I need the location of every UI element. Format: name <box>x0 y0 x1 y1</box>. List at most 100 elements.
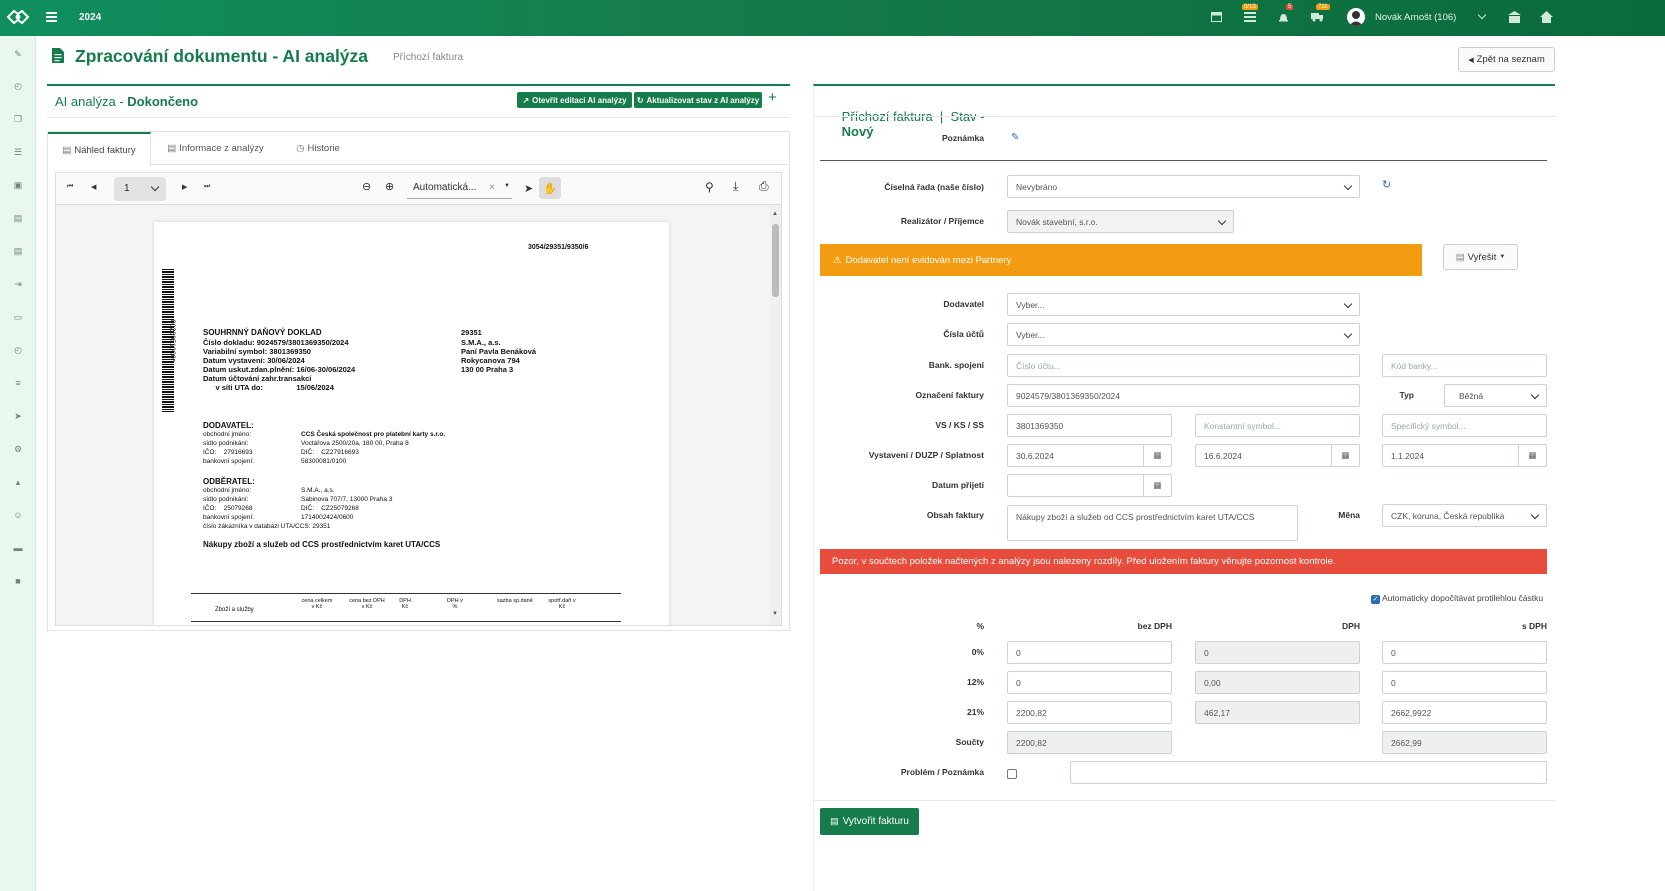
problem-note-input[interactable] <box>1070 761 1547 784</box>
supplier-select[interactable]: Vyber... <box>1007 293 1360 316</box>
tab-invoice-preview[interactable]: ▤ Náhled faktury <box>48 132 151 166</box>
series-select[interactable]: Nevybráno <box>1007 175 1360 198</box>
problem-checkbox[interactable] <box>1007 769 1017 779</box>
archive-icon[interactable] <box>1508 11 1521 25</box>
calendar-icon[interactable]: ▦ <box>1518 445 1546 466</box>
tab-analysis-info[interactable]: ▤ Informace z analýzy <box>158 132 273 165</box>
bookmark-icon[interactable]: ❐ <box>8 109 28 129</box>
received-date-input[interactable]: ▦ <box>1007 474 1172 497</box>
hand-tool-icon[interactable]: ✋ <box>539 177 561 199</box>
menu-icon[interactable] <box>46 12 57 22</box>
file-icon[interactable]: ▤ <box>8 241 28 261</box>
duzp-date-input[interactable]: 16.6.2024 ▦ <box>1195 444 1360 467</box>
accounts-value: Vyber... <box>1016 329 1045 340</box>
ss-input[interactable]: Specifický symbol... <box>1382 414 1547 437</box>
print-icon[interactable]: ⎙ <box>759 179 769 194</box>
chevron-down-icon[interactable] <box>1477 10 1487 20</box>
next-page-icon[interactable]: ▶ <box>182 183 187 191</box>
create-invoice-button[interactable]: ▤ Vytvořit fakturu <box>820 808 919 835</box>
supplier-value: CCS Česká společnost pro platební karty … <box>301 431 446 438</box>
type-select[interactable]: Běžná <box>1444 384 1547 407</box>
boxes-icon[interactable]: ☰ <box>8 142 28 162</box>
logo-icon[interactable] <box>5 5 31 31</box>
send-icon[interactable]: ➤ <box>8 406 28 426</box>
gross-input[interactable]: 0 <box>1382 641 1547 664</box>
calendar-icon[interactable] <box>1211 11 1222 24</box>
file-icon[interactable]: ▤ <box>8 208 28 228</box>
save-icon: ▤ <box>830 816 839 826</box>
chart-icon[interactable]: ≡ <box>8 373 28 393</box>
prev-page-icon[interactable]: ◀ <box>91 183 96 191</box>
update-ai-state-button[interactable]: ↻ Aktualizovat stav z AI analýzy <box>634 92 762 108</box>
zoom-out-icon[interactable]: ⊖ <box>362 180 371 193</box>
page-number-select[interactable]: 1 <box>114 177 166 201</box>
book-icon[interactable]: ■ <box>8 571 28 591</box>
gross-input[interactable]: 0 <box>1382 671 1547 694</box>
home-icon[interactable] <box>1540 11 1553 25</box>
gears-icon[interactable]: ⚙ <box>8 439 28 459</box>
avatar[interactable] <box>1347 8 1365 26</box>
realizer-select[interactable]: Novák stavební, s.r.o. <box>1007 210 1234 233</box>
scroll-down-icon[interactable]: ▼ <box>772 611 778 617</box>
net-input[interactable]: 0 <box>1007 671 1172 694</box>
plus-icon[interactable]: + <box>768 89 777 106</box>
caret-down-icon: ▼ <box>1499 254 1506 260</box>
scroll-up-icon[interactable]: ▲ <box>772 211 778 217</box>
open-ai-editing-button[interactable]: ↗ Otevřít editaci AI analýzy <box>517 92 632 108</box>
file-export-icon[interactable]: ⇥ <box>8 274 28 294</box>
ai-analysis-heading: AI analýza - Dokončeno <box>55 94 198 109</box>
tasks-icon[interactable] <box>1244 11 1256 24</box>
content-textarea[interactable]: Nákupy zboží a služeb od CCS prostřednic… <box>1007 505 1298 541</box>
account-number-input[interactable]: Číslo účtu... <box>1007 354 1360 377</box>
calendar-icon[interactable]: ▦ <box>1143 475 1171 496</box>
invoice-number-label: Označení faktury <box>915 390 985 400</box>
vs-input[interactable]: 3801369350 <box>1007 414 1172 437</box>
clock-icon[interactable]: ◴ <box>8 340 28 360</box>
accounts-select[interactable]: Vyber... <box>1007 323 1360 346</box>
duzp-value: 16.6.2024 <box>1204 450 1242 461</box>
net-input[interactable]: 0 <box>1007 641 1172 664</box>
pdf-scrollbar[interactable]: ▲ ▼ <box>770 206 781 625</box>
invoice-number-input[interactable]: 9024579/3801369350/2024 <box>1007 384 1360 407</box>
clock-icon[interactable]: ◴ <box>8 76 28 96</box>
zoom-select[interactable]: Automatická... × ▼ <box>407 179 512 199</box>
user-name[interactable]: Novák Arnošt (106) <box>1375 12 1456 23</box>
search-icon[interactable]: ⚲ <box>705 180 714 194</box>
doc-right-line: 29351 <box>461 328 482 337</box>
vs-label: VS / KS / SS <box>935 420 984 430</box>
folder-icon[interactable]: ▬ <box>8 538 28 558</box>
pencil-icon[interactable]: ✎ <box>8 44 28 64</box>
select-cursor-icon[interactable]: ➤ <box>524 182 533 195</box>
gross-input[interactable]: 2662,9922 <box>1382 701 1547 724</box>
currency-value: CZK, koruna, Česká republika <box>1391 510 1505 521</box>
calendar-icon[interactable]: ▦ <box>1143 445 1171 466</box>
ticket-icon[interactable]: ▭ <box>8 307 28 327</box>
issued-date-input[interactable]: 30.6.2024 ▦ <box>1007 444 1172 467</box>
dropdown-icon[interactable]: ▼ <box>504 183 510 189</box>
pencil-icon[interactable]: ✎ <box>1011 132 1019 143</box>
calendar-icon[interactable]: ▦ <box>1331 445 1359 466</box>
tab-history[interactable]: ◷ Historie <box>288 132 348 165</box>
bell-icon[interactable] <box>1278 11 1289 25</box>
cube-icon[interactable]: ▣ <box>8 175 28 195</box>
vat-value: 462,17 <box>1204 707 1230 718</box>
truck-icon[interactable] <box>1311 11 1324 24</box>
last-page-icon[interactable]: ⏭ <box>204 183 210 191</box>
scrollbar-thumb[interactable] <box>772 224 779 297</box>
bell-icon[interactable]: ▴ <box>8 472 28 492</box>
bank-code-input[interactable]: Kód banky... <box>1382 354 1547 377</box>
back-button[interactable]: ◀ Zpět na seznam <box>1458 47 1555 72</box>
year-label[interactable]: 2024 <box>79 12 101 23</box>
resolve-button[interactable]: ▤ Vyřešit ▼ <box>1443 244 1518 270</box>
currency-select[interactable]: CZK, koruna, Česká republika <box>1382 504 1547 527</box>
ks-input[interactable]: Konstantní symbol... <box>1195 414 1360 437</box>
due-date-input[interactable]: 1.1.2024 ▦ <box>1382 444 1547 467</box>
sync-icon[interactable]: ↻ <box>1382 178 1391 191</box>
auto-calc-checkbox[interactable]: ✓ <box>1371 595 1380 604</box>
net-input[interactable]: 2200,82 <box>1007 701 1172 724</box>
users-icon[interactable]: ☺ <box>8 505 28 525</box>
download-icon[interactable]: ⤓ <box>733 179 738 194</box>
first-page-icon[interactable]: ⏮ <box>67 183 73 191</box>
clear-icon[interactable]: × <box>489 182 495 193</box>
zoom-in-icon[interactable]: ⊕ <box>385 180 394 193</box>
